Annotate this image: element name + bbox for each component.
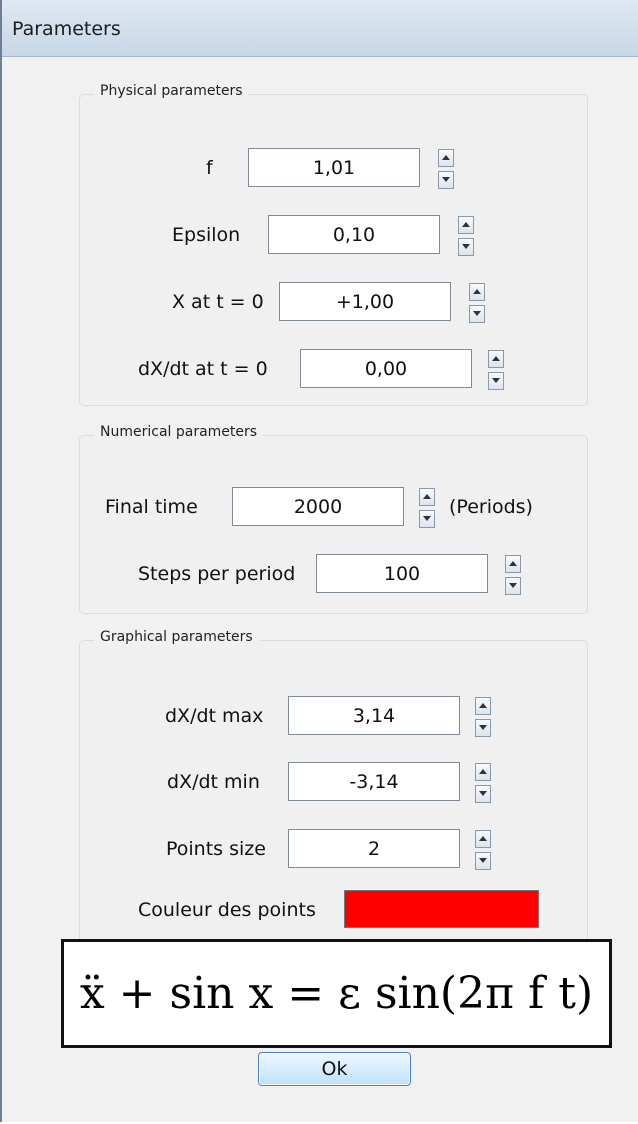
chevron-up-icon[interactable] <box>458 216 474 234</box>
chevron-up-icon[interactable] <box>475 763 491 781</box>
dxdt-min-label: dX/dt min <box>167 771 260 793</box>
epsilon-label: Epsilon <box>172 224 241 246</box>
final-time-unit: (Periods) <box>449 496 533 518</box>
dxdt-max-label: dX/dt max <box>165 705 264 727</box>
chevron-down-icon[interactable] <box>419 510 435 528</box>
physical-parameters-label: Physical parameters <box>94 83 249 99</box>
dxdt0-input[interactable]: 0,00 <box>300 349 472 388</box>
parameters-window: Parameters Physical parameters f 1,01 Ep… <box>0 0 638 1122</box>
steps-label: Steps per period <box>138 563 296 585</box>
chevron-down-icon[interactable] <box>475 785 491 803</box>
chevron-up-icon[interactable] <box>469 283 485 301</box>
title-bar: Parameters <box>2 0 638 57</box>
x0-input[interactable]: +1,00 <box>279 282 451 321</box>
epsilon-spinner[interactable] <box>458 216 474 256</box>
dxdt0-label: dX/dt at t = 0 <box>138 358 268 380</box>
chevron-down-icon[interactable] <box>438 171 454 189</box>
window-title: Parameters <box>12 18 121 40</box>
steps-input[interactable]: 100 <box>316 554 488 593</box>
chevron-up-icon[interactable] <box>505 555 521 573</box>
chevron-down-icon[interactable] <box>475 719 491 737</box>
chevron-up-icon[interactable] <box>488 350 504 368</box>
chevron-up-icon[interactable] <box>475 830 491 848</box>
final-time-input[interactable]: 2000 <box>232 487 404 526</box>
points-size-label: Points size <box>166 838 266 860</box>
chevron-down-icon[interactable] <box>458 238 474 256</box>
chevron-down-icon[interactable] <box>505 577 521 595</box>
final-time-spinner[interactable] <box>419 488 435 528</box>
dxdt-max-input[interactable]: 3,14 <box>288 696 460 735</box>
dxdt-max-spinner[interactable] <box>475 697 491 737</box>
x0-label: X at t = 0 <box>172 291 264 313</box>
chevron-down-icon[interactable] <box>475 852 491 870</box>
graphical-parameters-label: Graphical parameters <box>94 629 259 645</box>
chevron-up-icon[interactable] <box>475 697 491 715</box>
f-label: f <box>206 157 213 179</box>
x0-spinner[interactable] <box>469 283 485 323</box>
points-color-swatch[interactable] <box>344 890 539 928</box>
chevron-down-icon[interactable] <box>469 305 485 323</box>
ok-button[interactable]: Ok <box>258 1052 411 1086</box>
dxdt-min-spinner[interactable] <box>475 763 491 803</box>
points-size-input[interactable]: 2 <box>288 829 460 868</box>
epsilon-input[interactable]: 0,10 <box>268 215 440 254</box>
chevron-down-icon[interactable] <box>488 372 504 390</box>
points-size-spinner[interactable] <box>475 830 491 870</box>
numerical-parameters-label: Numerical parameters <box>94 424 264 440</box>
final-time-label: Final time <box>105 496 198 518</box>
chevron-up-icon[interactable] <box>419 488 435 506</box>
dxdt0-spinner[interactable] <box>488 350 504 390</box>
steps-spinner[interactable] <box>505 555 521 595</box>
dxdt-min-input[interactable]: -3,14 <box>288 762 460 801</box>
f-spinner[interactable] <box>438 149 454 189</box>
points-color-label: Couleur des points <box>138 899 316 921</box>
equation-display: ẍ + sin x = ε sin(2π f t) <box>61 939 612 1048</box>
f-input[interactable]: 1,01 <box>248 148 420 187</box>
chevron-up-icon[interactable] <box>438 149 454 167</box>
